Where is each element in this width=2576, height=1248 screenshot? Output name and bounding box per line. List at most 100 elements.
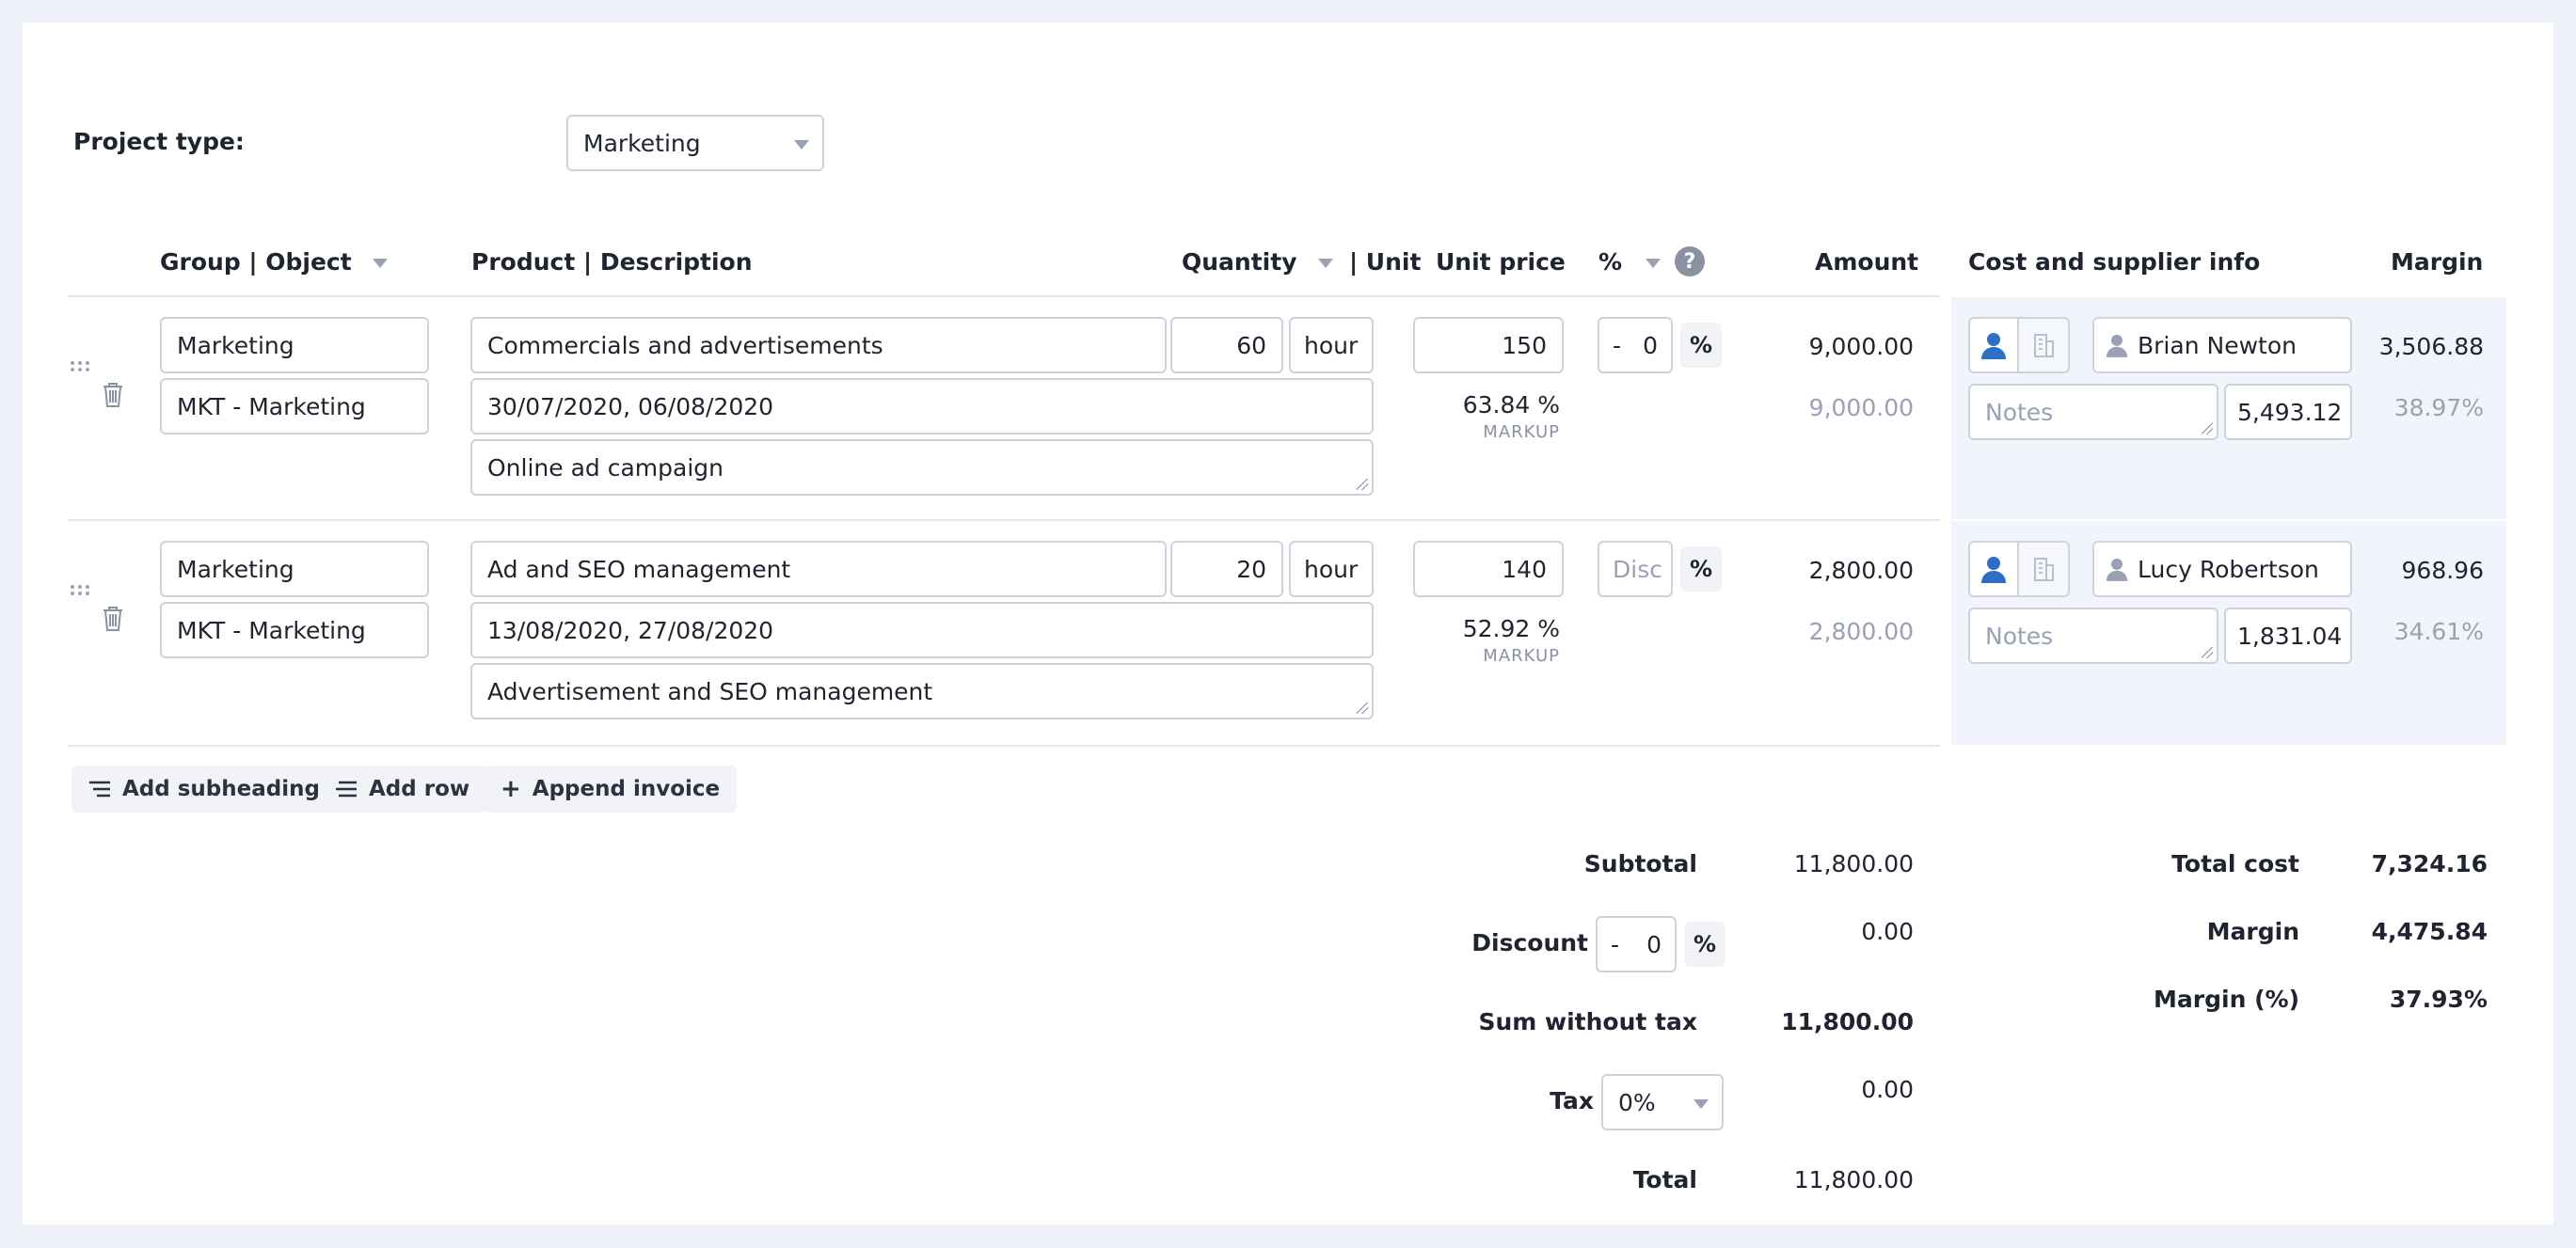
group-input[interactable]: Marketing <box>160 541 429 597</box>
building-icon <box>2034 558 2054 581</box>
drag-handle-icon[interactable] <box>70 581 90 599</box>
total-margin-percent-label: Margin (%) <box>2154 986 2299 1013</box>
description-value: Online ad campaign <box>487 453 724 482</box>
date-range-input[interactable]: 13/08/2020, 27/08/2020 <box>470 602 1374 658</box>
trash-icon[interactable] <box>102 382 124 412</box>
row-divider <box>68 519 1940 521</box>
margin-value: 3,506.88 <box>2378 333 2484 360</box>
person-supplier-toggle[interactable] <box>1968 541 2019 597</box>
resize-handle-icon[interactable] <box>2202 647 2213 658</box>
markup-value: 63.84 % <box>1462 391 1560 419</box>
sum-without-tax-label: Sum without tax <box>1478 1008 1697 1035</box>
object-input[interactable]: MKT - Marketing <box>160 602 429 658</box>
discount-input[interactable]: Disc <box>1598 541 1673 597</box>
total-cost-label: Total cost <box>2171 850 2299 877</box>
add-subheading-button[interactable]: Add subheading <box>72 766 337 813</box>
quantity-input[interactable]: 60 <box>1170 317 1283 373</box>
notes-textarea[interactable]: Notes <box>1968 608 2218 664</box>
chevron-down-icon <box>794 140 809 150</box>
tax-label: Tax <box>1550 1087 1594 1114</box>
person-icon <box>2106 334 2128 357</box>
amount-secondary: 2,800.00 <box>1808 618 1914 645</box>
column-amount: Amount <box>1815 248 1919 276</box>
discount-placeholder: Disc <box>1613 555 1662 583</box>
object-input[interactable]: MKT - Marketing <box>160 378 429 434</box>
cost-input[interactable]: 1,831.04 <box>2224 608 2352 664</box>
total-label: Total <box>1632 1166 1697 1193</box>
append-invoice-button[interactable]: + Append invoice <box>484 766 738 813</box>
discount-value: 0 <box>1643 331 1658 359</box>
total-discount-percent-toggle[interactable]: % <box>1684 922 1725 967</box>
subtotal-label: Subtotal <box>1583 850 1697 877</box>
unit-input[interactable]: hour <box>1289 317 1374 373</box>
column-quantity[interactable]: Quantity | Unit <box>1182 248 1421 276</box>
group-input[interactable]: Marketing <box>160 317 429 373</box>
tax-value: 0% <box>1618 1088 1656 1116</box>
column-margin: Margin <box>2391 248 2484 276</box>
product-input[interactable]: Ad and SEO management <box>470 541 1167 597</box>
resize-handle-icon[interactable] <box>1357 703 1368 714</box>
project-type-select[interactable]: Marketing <box>566 115 824 171</box>
total-discount-sign: - <box>1611 930 1620 958</box>
invoice-panel: Project type: Marketing Group | Object P… <box>23 23 2553 1224</box>
notes-textarea[interactable]: Notes <box>1968 384 2218 440</box>
date-range-input[interactable]: 30/07/2020, 06/08/2020 <box>470 378 1374 434</box>
markup-label: MARKUP <box>1483 422 1560 442</box>
person-icon <box>1981 557 2006 583</box>
add-row-label: Add row <box>369 777 470 801</box>
cost-input[interactable]: 5,493.12 <box>2224 384 2352 440</box>
total-discount-input[interactable]: - 0 <box>1596 916 1677 972</box>
building-icon <box>2034 334 2054 357</box>
discount-percent-toggle[interactable]: % <box>1680 323 1722 368</box>
chevron-down-icon <box>373 259 389 268</box>
supplier-input[interactable]: Lucy Robertson <box>2092 541 2352 597</box>
total-margin-value: 4,475.84 <box>2371 918 2488 945</box>
subheading-icon <box>89 781 110 798</box>
notes-placeholder: Notes <box>1985 398 2054 426</box>
trash-icon[interactable] <box>102 606 124 636</box>
company-supplier-toggle[interactable] <box>2019 541 2070 597</box>
description-textarea[interactable]: Advertisement and SEO management <box>470 663 1374 719</box>
chevron-down-icon <box>1693 1099 1709 1109</box>
person-supplier-toggle[interactable] <box>1968 317 2019 373</box>
column-discount[interactable]: % <box>1598 248 1661 276</box>
column-discount-label: % <box>1598 248 1623 276</box>
unit-price-input[interactable]: 150 <box>1413 317 1564 373</box>
quantity-value: 60 <box>1236 331 1266 359</box>
column-group-object[interactable]: Group | Object <box>160 248 389 276</box>
unit-input[interactable]: hour <box>1289 541 1374 597</box>
resize-handle-icon[interactable] <box>2202 423 2213 434</box>
company-supplier-toggle[interactable] <box>2019 317 2070 373</box>
total-margin-percent-value: 37.93% <box>2389 986 2488 1013</box>
margin-value: 968.96 <box>2401 557 2484 584</box>
total-value: 11,800.00 <box>1793 1166 1914 1193</box>
sum-without-tax-value: 11,800.00 <box>1781 1008 1914 1035</box>
help-icon[interactable]: ? <box>1675 246 1705 276</box>
resize-handle-icon[interactable] <box>1357 479 1368 490</box>
tax-amount: 0.00 <box>1861 1076 1914 1103</box>
subtotal-value: 11,800.00 <box>1793 850 1914 877</box>
header-divider <box>68 295 1940 297</box>
discount-sign: - <box>1613 331 1622 359</box>
discount-input[interactable]: - 0 <box>1598 317 1673 373</box>
total-cost-value: 7,324.16 <box>2371 850 2488 877</box>
supplier-name: Brian Newton <box>2138 331 2297 359</box>
row-divider <box>68 745 1940 747</box>
description-value: Advertisement and SEO management <box>487 677 933 705</box>
tax-select[interactable]: 0% <box>1601 1074 1724 1130</box>
discount-amount: 0.00 <box>1861 918 1914 945</box>
discount-label: Discount <box>1471 929 1588 956</box>
project-type-label: Project type: <box>73 128 245 155</box>
discount-percent-toggle[interactable]: % <box>1680 546 1722 592</box>
amount-value: 9,000.00 <box>1808 333 1914 360</box>
append-invoice-label: Append invoice <box>532 777 721 801</box>
markup-label: MARKUP <box>1483 646 1560 666</box>
description-textarea[interactable]: Online ad campaign <box>470 439 1374 496</box>
add-subheading-label: Add subheading <box>122 777 320 801</box>
supplier-input[interactable]: Brian Newton <box>2092 317 2352 373</box>
drag-handle-icon[interactable] <box>70 357 90 375</box>
quantity-input[interactable]: 20 <box>1170 541 1283 597</box>
product-input[interactable]: Commercials and advertisements <box>470 317 1167 373</box>
add-row-button[interactable]: Add row <box>318 766 487 813</box>
unit-price-input[interactable]: 140 <box>1413 541 1564 597</box>
